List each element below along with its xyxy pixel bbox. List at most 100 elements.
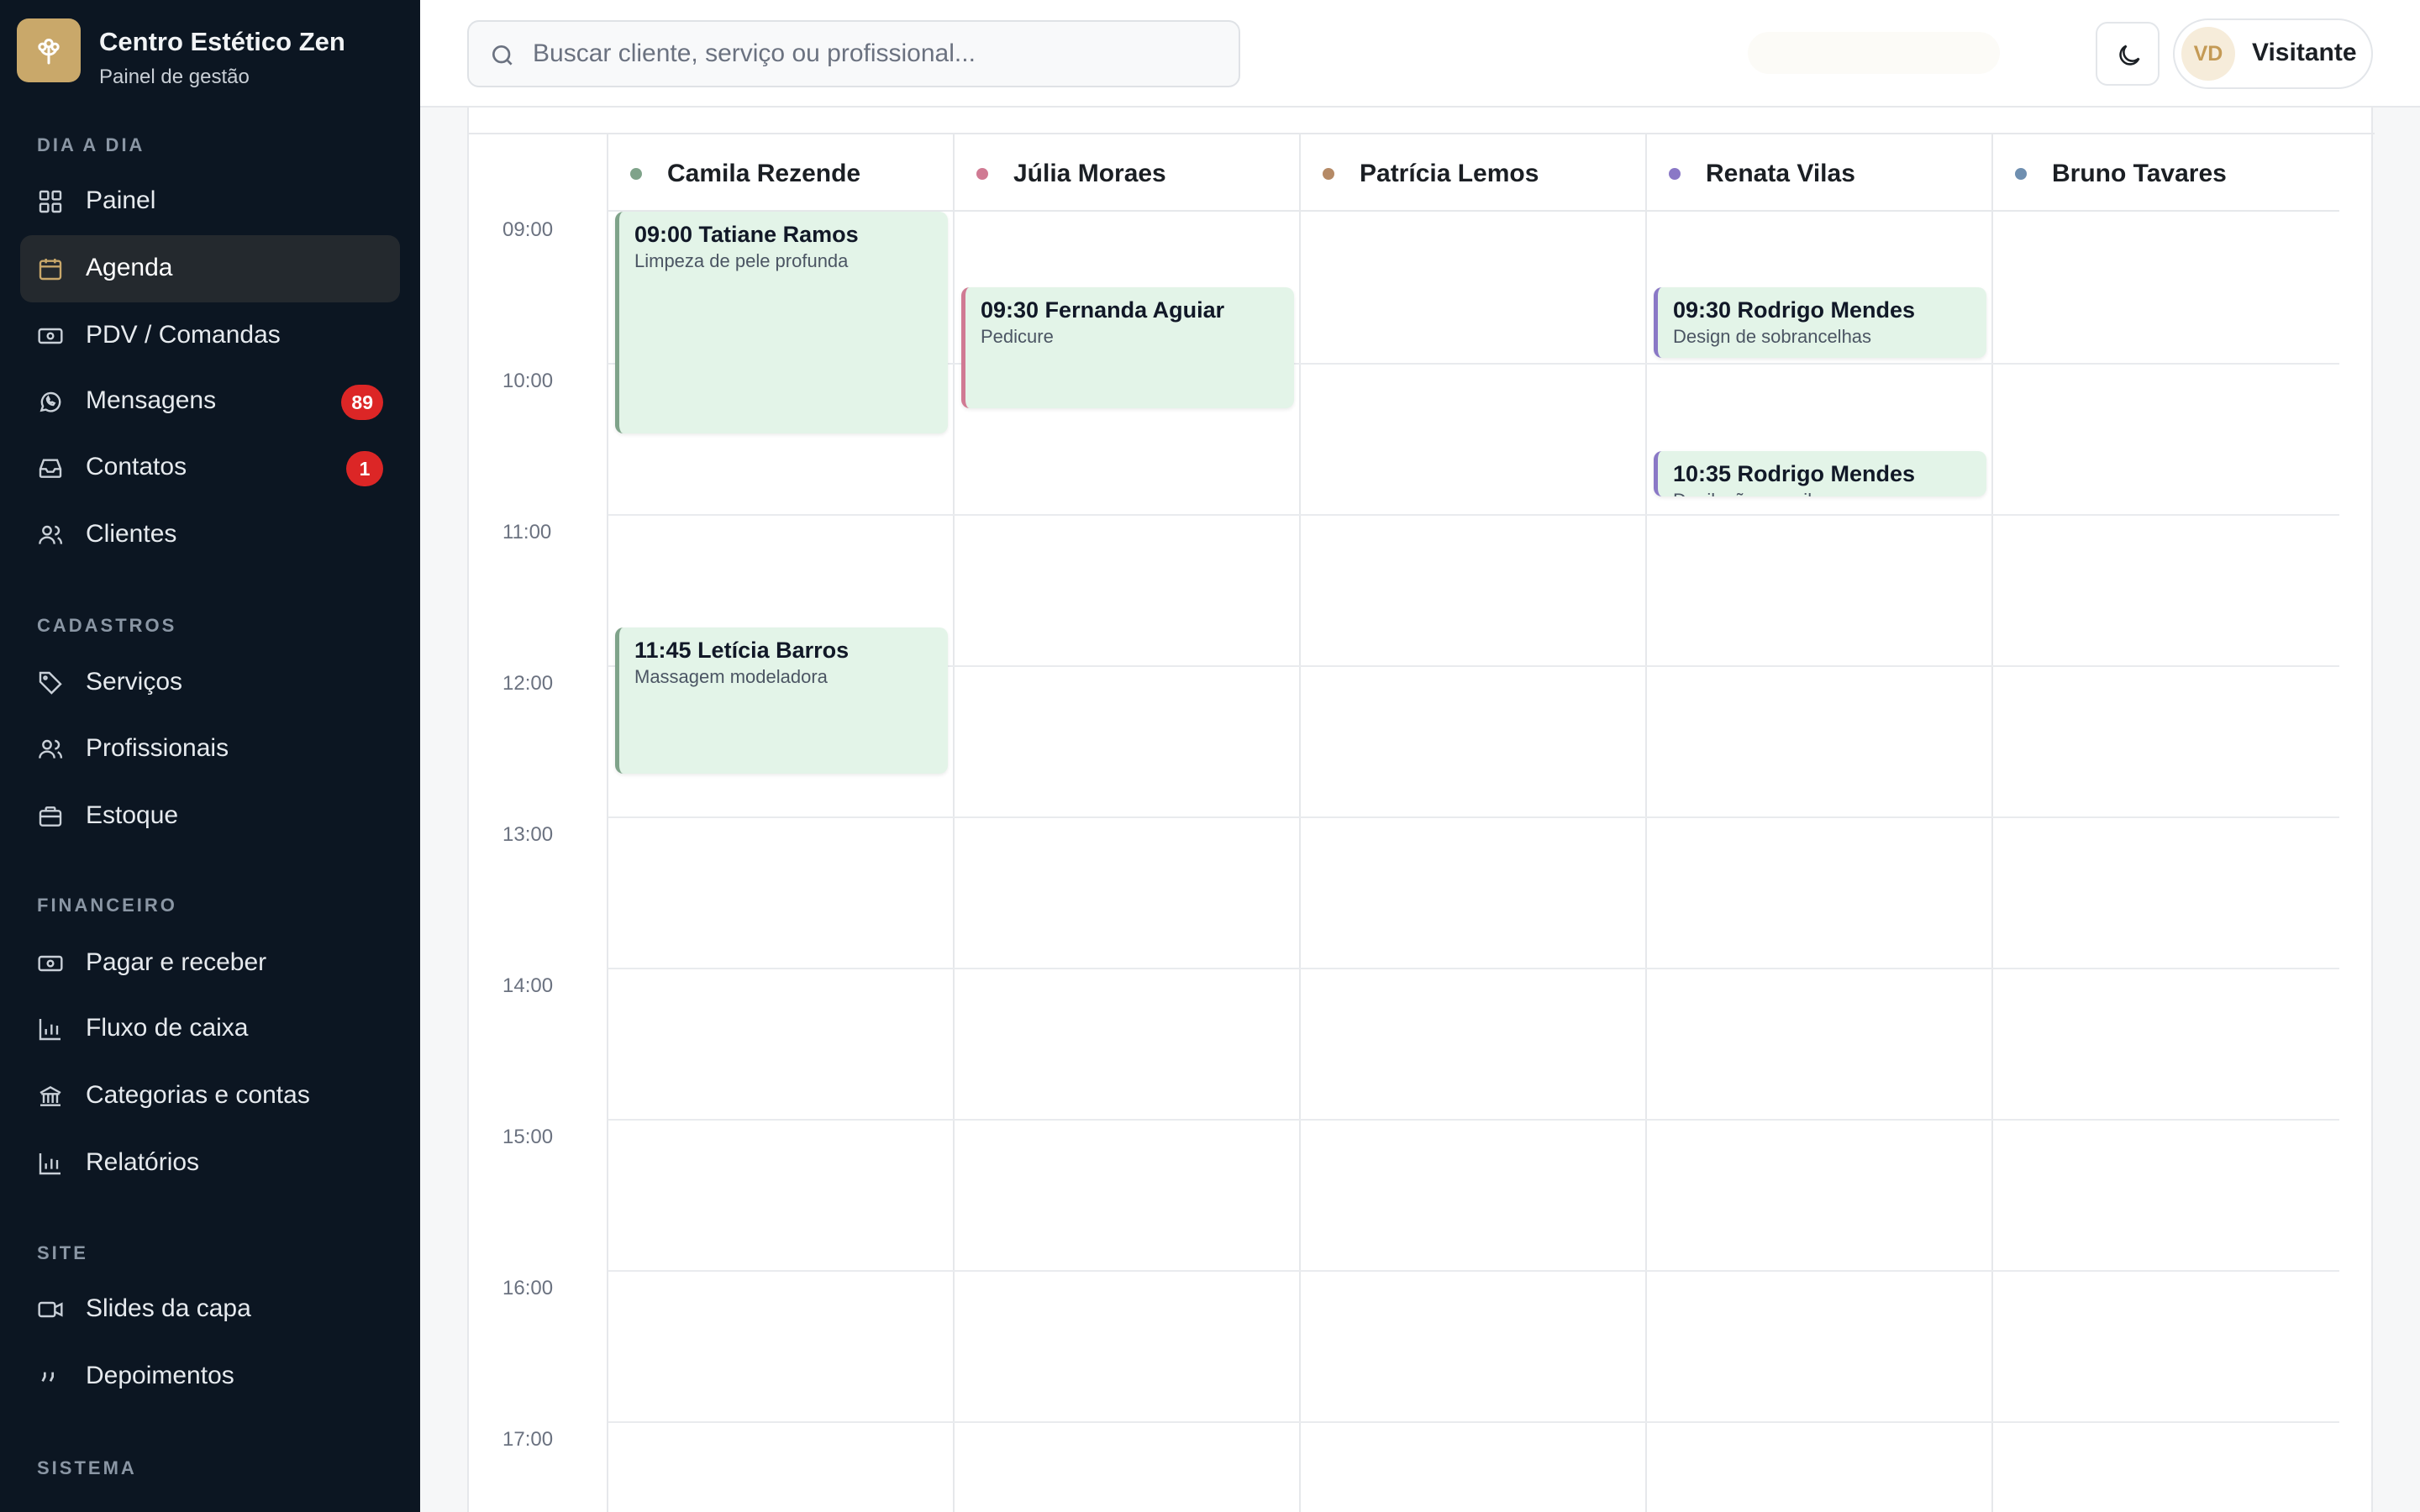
cash-icon — [38, 955, 63, 972]
sidebar-item-label: Painel — [86, 186, 156, 214]
sidebar-item-categorias-e-contas[interactable]: Categorias e contas — [20, 1063, 400, 1130]
hour-gridline — [608, 1421, 2339, 1423]
search-input[interactable] — [533, 34, 1222, 74]
cash-icon — [38, 328, 63, 344]
column-header-patricia-lemos[interactable]: Patrícia Lemos — [1301, 134, 1647, 212]
placeholder-pill — [1748, 32, 2000, 74]
column-divider — [1299, 134, 1301, 1512]
inbox-icon — [39, 459, 62, 478]
sidebar-item-clientes[interactable]: Clientes — [20, 501, 400, 569]
appointment-service: Massagem modeladora — [634, 666, 828, 687]
time-label: 17:00 — [502, 1428, 554, 1451]
sidebar-item-label: Profissionais — [86, 734, 229, 762]
section-label-financeiro: Financeiro — [37, 895, 177, 916]
professional-color-dot — [2015, 168, 2027, 180]
appointment-card[interactable]: 09:30 Fernanda Aguiar Pedicure — [961, 287, 1294, 408]
hour-gridline — [608, 1270, 2339, 1272]
bar-chart-icon — [39, 1153, 60, 1175]
sidebar-item-label: Clientes — [86, 520, 177, 548]
column-divider — [953, 134, 955, 1512]
sidebar-item-mensagens[interactable]: Mensagens 89 — [20, 368, 400, 435]
search-icon — [492, 45, 513, 66]
column-header-julia-moraes[interactable]: Júlia Moraes — [955, 134, 1301, 212]
sidebar-item-relatorios[interactable]: Relatórios — [20, 1130, 400, 1197]
column-header-camila-rezende[interactable]: Camila Rezende — [608, 134, 955, 212]
tag-icon — [39, 671, 62, 695]
sidebar-item-label: Agenda — [86, 254, 173, 281]
sidebar-item-label: Depoimentos — [86, 1362, 234, 1389]
sidebar-item-label: Mensagens — [86, 386, 217, 414]
sidebar-item-painel[interactable]: Painel — [20, 168, 400, 235]
section-label-site: Site — [37, 1242, 88, 1263]
appointment-title: 10:35 Rodrigo Mendes — [1673, 461, 1916, 486]
flower-icon — [38, 39, 60, 65]
sidebar-item-fluxo-de-caixa[interactable]: Fluxo de caixa — [20, 995, 400, 1063]
professional-name: Patrícia Lemos — [1360, 160, 1539, 187]
section-label-sistema: Sistema — [37, 1457, 137, 1478]
bar-chart-icon — [39, 1019, 60, 1041]
sidebar-item-label: Pagar e receber — [86, 948, 267, 976]
appointment-service: Limpeza de pele profunda — [634, 250, 849, 271]
appointment-service: Pedicure — [981, 326, 1054, 347]
appointment-card[interactable]: 10:35 Rodrigo Mendes Depilação — axilas — [1654, 451, 1986, 496]
professional-color-dot — [1323, 168, 1334, 180]
time-label: 13:00 — [502, 823, 554, 846]
appointment-title: 09:30 Fernanda Aguiar — [981, 297, 1225, 323]
column-header-renata-vilas[interactable]: Renata Vilas — [1647, 134, 1993, 212]
sidebar-item-estoque[interactable]: Estoque — [20, 783, 400, 850]
hour-gridline — [608, 1119, 2339, 1121]
sidebar-item-label: Categorias e contas — [86, 1081, 310, 1109]
grid-icon — [39, 190, 62, 213]
column-header-bruno-tavares[interactable]: Bruno Tavares — [1993, 134, 2339, 212]
sidebar-item-contatos[interactable]: Contatos 1 — [20, 434, 400, 501]
theme-toggle-button[interactable] — [2096, 22, 2160, 86]
quote-icon — [41, 1372, 54, 1382]
sidebar-item-depoimentos[interactable]: Depoimentos — [20, 1343, 400, 1410]
professional-color-dot — [1669, 168, 1681, 180]
search-box[interactable] — [467, 20, 1240, 87]
time-label: 12:00 — [502, 672, 554, 695]
unread-badge: 89 — [341, 385, 383, 420]
section-label-dia-a-dia: Dia a dia — [37, 134, 145, 155]
bank-icon — [39, 1085, 61, 1106]
appointment-card[interactable]: 09:00 Tatiane Ramos Limpeza de pele prof… — [615, 212, 948, 433]
topbar: VD Visitante — [420, 0, 2420, 108]
professional-name: Camila Rezende — [667, 160, 861, 187]
hour-gridline — [608, 968, 2339, 969]
time-label: 11:00 — [502, 521, 552, 543]
time-label: 16:00 — [502, 1277, 554, 1299]
brand-title: Centro Estético Zen — [99, 27, 345, 56]
unread-badge: 1 — [346, 451, 383, 486]
appointment-title: 11:45 Letícia Barros — [634, 638, 850, 663]
sidebar-item-label: Relatórios — [86, 1148, 200, 1176]
professional-color-dot — [630, 168, 642, 180]
sidebar-item-label: Serviços — [86, 668, 183, 696]
appointment-title: 09:00 Tatiane Ramos — [634, 222, 859, 247]
hour-gridline — [608, 816, 2339, 818]
sidebar-item-agenda[interactable]: Agenda — [20, 235, 400, 302]
day-calendar: Camila Rezende Júlia Moraes Patrícia Lem… — [469, 134, 2375, 1512]
brand[interactable]: Centro Estético Zen Painel de gestão — [17, 17, 403, 88]
sidebar-item-pagar-e-receber[interactable]: Pagar e receber — [20, 930, 400, 997]
appointment-card[interactable]: 11:45 Letícia Barros Massagem modeladora — [615, 627, 948, 774]
video-icon — [38, 1301, 63, 1318]
users-icon — [39, 525, 63, 544]
appointment-service: Design de sobrancelhas — [1673, 326, 1872, 347]
sidebar-item-label: PDV / Comandas — [86, 321, 281, 349]
time-label: 14:00 — [502, 974, 554, 997]
sidebar-item-profissionais[interactable]: Profissionais — [20, 716, 400, 783]
appointment-service: Depilação — axilas — [1673, 490, 1831, 496]
sidebar-item-label: Contatos — [86, 453, 187, 480]
sidebar-item-servicos[interactable]: Serviços — [20, 649, 400, 717]
sidebar-item-label: Slides da capa — [86, 1294, 251, 1322]
appointment-card[interactable]: 09:30 Rodrigo Mendes Design de sobrancel… — [1654, 287, 1986, 358]
calendar-icon — [39, 259, 62, 281]
appointment-title: 09:30 Rodrigo Mendes — [1673, 297, 1916, 323]
whatsapp-icon — [39, 391, 61, 412]
user-menu-button[interactable]: VD Visitante — [2173, 18, 2373, 89]
section-label-cadastros: Cadastros — [37, 615, 177, 636]
sidebar-item-label: Estoque — [86, 801, 179, 829]
sidebar-item-slides-da-capa[interactable]: Slides da capa — [20, 1276, 400, 1343]
sidebar-item-pdv-comandas[interactable]: PDV / Comandas — [20, 302, 400, 370]
brand-subtitle: Painel de gestão — [99, 66, 250, 88]
